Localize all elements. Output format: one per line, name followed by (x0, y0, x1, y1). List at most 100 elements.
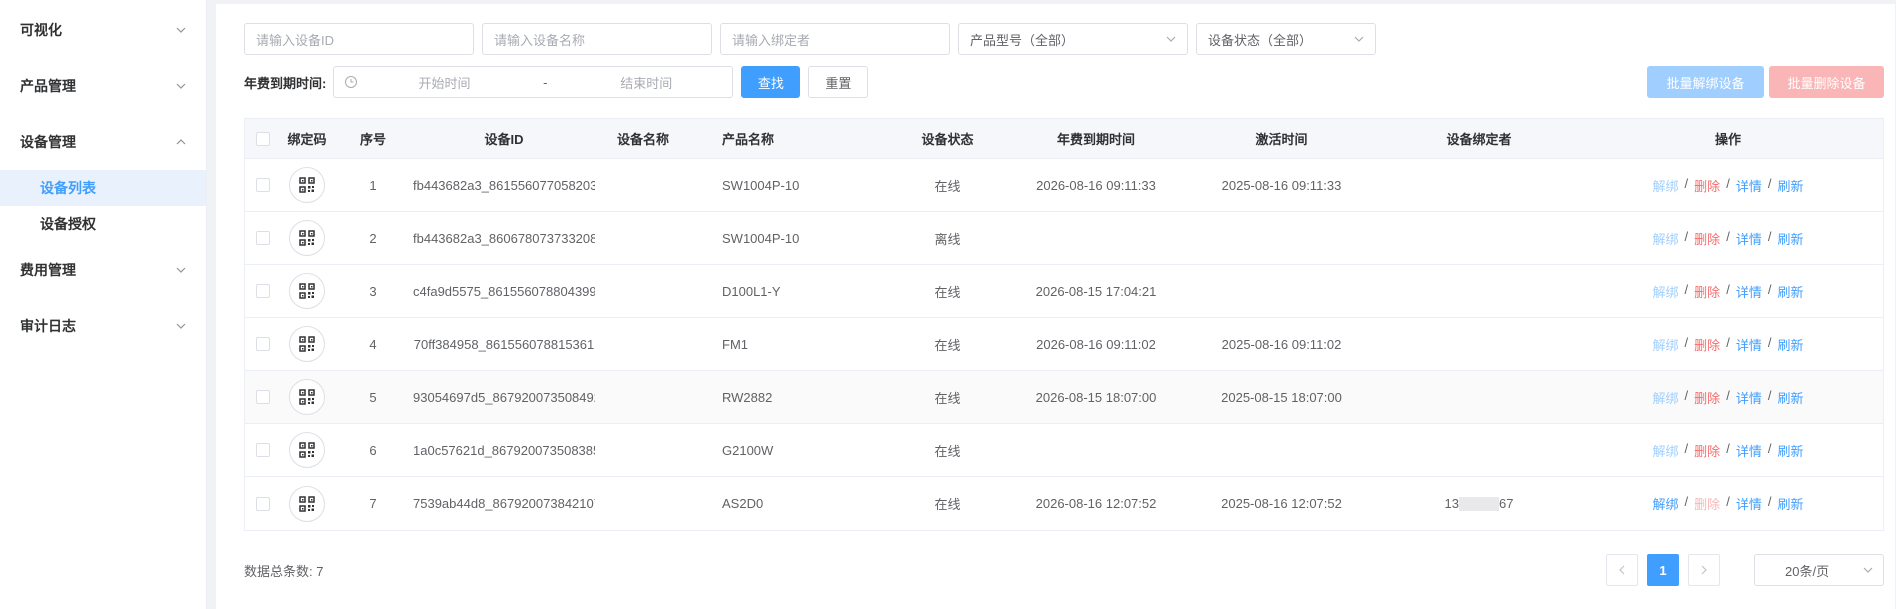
delete-link[interactable]: 删除 (1694, 282, 1720, 301)
menu-item-visualization[interactable]: 可视化 (0, 2, 206, 58)
batch-unbind-button[interactable]: 批量解绑设备 (1647, 66, 1764, 98)
row-checkbox[interactable] (256, 443, 270, 457)
unbind-link[interactable]: 解绑 (1653, 494, 1679, 513)
date-range-picker[interactable]: 开始时间 - 结束时间 (333, 66, 734, 98)
cell-device-id: fb443682a3_861556077058203 (413, 177, 595, 193)
device-id-input[interactable]: 请输入设备ID (244, 23, 474, 55)
chevron-down-icon (1166, 32, 1176, 47)
detail-link[interactable]: 详情 (1736, 494, 1762, 513)
refresh-link[interactable]: 刷新 (1777, 335, 1803, 354)
cell-operations: 解绑 / 删除 / 详情 / 刷新 (1609, 441, 1847, 460)
menu-item-fee-management[interactable]: 费用管理 (0, 242, 206, 298)
cell-device-status: 离线 (934, 231, 961, 247)
unbind-link[interactable]: 解绑 (1653, 388, 1679, 407)
cell-expire-time: 2026-08-15 17:04:21 (1035, 283, 1157, 299)
search-button[interactable]: 查找 (741, 66, 801, 98)
cell-index: 3 (369, 283, 377, 299)
refresh-link[interactable]: 刷新 (1777, 494, 1803, 513)
cell-device-id: fb443682a3_860678073733208 (413, 230, 595, 246)
page-size-select[interactable]: 20条/页 (1754, 554, 1884, 586)
refresh-link[interactable]: 刷新 (1777, 176, 1803, 195)
batch-delete-button[interactable]: 批量删除设备 (1769, 66, 1884, 98)
separator: / (1726, 228, 1730, 244)
cell-index: 2 (369, 230, 377, 246)
refresh-link[interactable]: 刷新 (1777, 388, 1803, 407)
binder-input[interactable]: 请输入绑定者 (720, 23, 950, 55)
chevron-down-icon (1863, 563, 1873, 578)
prev-page-button[interactable] (1606, 554, 1638, 586)
submenu-item-device-authorization[interactable]: 设备授权 (0, 206, 206, 242)
unbind-link[interactable]: 解绑 (1653, 441, 1679, 460)
row-select-cell (245, 231, 281, 245)
delete-link[interactable]: 删除 (1694, 176, 1720, 195)
header-index: 序号 (359, 132, 386, 147)
detail-link[interactable]: 详情 (1736, 282, 1762, 301)
chevron-down-icon (176, 321, 186, 331)
qr-code-icon[interactable] (289, 379, 325, 415)
submenu-item-device-list[interactable]: 设备列表 (0, 170, 206, 206)
separator: / (1767, 387, 1772, 403)
reset-button[interactable]: 重置 (808, 66, 869, 98)
menu-label: 设备管理 (20, 134, 76, 150)
next-page-button[interactable] (1688, 554, 1720, 586)
unbind-link[interactable]: 解绑 (1653, 282, 1679, 301)
device-status-select[interactable]: 设备状态（全部） (1196, 23, 1376, 55)
separator: / (1726, 494, 1730, 509)
qr-code-icon[interactable] (289, 432, 325, 468)
select-value: 产品型号（全部） (970, 32, 1075, 48)
cell-device-status: 在线 (934, 443, 961, 459)
cell-expire-time: 2026-08-15 18:07:00 (1035, 389, 1157, 405)
separator: / (1767, 334, 1772, 350)
cell-device-status: 在线 (934, 337, 961, 353)
detail-link[interactable]: 详情 (1736, 176, 1762, 195)
cell-operations: 解绑 / 删除 / 详情 / 刷新 (1609, 229, 1847, 248)
menu-label: 可视化 (20, 22, 62, 38)
unbind-link[interactable]: 解绑 (1653, 229, 1679, 248)
qr-code-icon[interactable] (289, 167, 325, 203)
unbind-link[interactable]: 解绑 (1653, 176, 1679, 195)
device-name-input[interactable]: 请输入设备名称 (482, 23, 712, 55)
table-row: 7 7539ab44d8_867920073842107 AS2D0 在线 20… (245, 477, 1883, 530)
row-checkbox[interactable] (256, 178, 270, 192)
page-number-button[interactable]: 1 (1647, 554, 1679, 586)
row-checkbox[interactable] (256, 390, 270, 404)
detail-link[interactable]: 详情 (1736, 388, 1762, 407)
end-time-input[interactable]: 结束时间 (560, 73, 732, 92)
delete-link[interactable]: 删除 (1694, 441, 1720, 460)
qr-code-icon[interactable] (289, 220, 325, 256)
refresh-link[interactable]: 刷新 (1777, 229, 1803, 248)
delete-link[interactable]: 删除 (1694, 335, 1720, 354)
detail-link[interactable]: 详情 (1736, 229, 1762, 248)
date-filter-row: 年费到期时间: 开始时间 - 结束时间 查找 重置 批量解绑设备 批量删除设备 (244, 66, 1884, 98)
separator: / (1726, 281, 1730, 297)
row-checkbox[interactable] (256, 231, 270, 245)
delete-link[interactable]: 删除 (1694, 494, 1720, 513)
cell-product-name: SW1004P-10 (722, 230, 800, 246)
delete-link[interactable]: 删除 (1694, 229, 1720, 248)
menu-item-audit-log[interactable]: 审计日志 (0, 298, 206, 354)
detail-link[interactable]: 详情 (1736, 335, 1762, 354)
delete-link[interactable]: 删除 (1694, 388, 1720, 407)
cell-device-id: 7539ab44d8_867920073842107 (413, 496, 595, 511)
menu-item-product-management[interactable]: 产品管理 (0, 58, 206, 114)
select-all-checkbox[interactable] (256, 131, 270, 146)
row-checkbox[interactable] (256, 496, 270, 511)
unbind-link[interactable]: 解绑 (1653, 335, 1679, 354)
sidebar: 可视化 产品管理 设备管理 设备列表 设备授权 费用管理 审计日志 (0, 0, 207, 609)
product-model-select[interactable]: 产品型号（全部） (958, 23, 1188, 55)
header-product-name: 产品名称 (722, 132, 775, 147)
menu-item-device-management[interactable]: 设备管理 (0, 114, 206, 170)
refresh-link[interactable]: 刷新 (1777, 282, 1803, 301)
refresh-link[interactable]: 刷新 (1777, 441, 1803, 460)
detail-link[interactable]: 详情 (1736, 441, 1762, 460)
separator: / (1684, 387, 1689, 403)
row-checkbox[interactable] (256, 284, 270, 298)
separator: / (1684, 494, 1689, 509)
qr-code-icon[interactable] (289, 485, 325, 522)
cell-product-name: RW2882 (722, 389, 773, 405)
qr-code-icon[interactable] (289, 273, 325, 309)
start-time-input[interactable]: 开始时间 (358, 73, 530, 92)
content-card: 请输入设备ID 请输入设备名称 请输入绑定者 产品型号（全部） 设备状态（全部）… (216, 4, 1895, 609)
row-checkbox[interactable] (256, 337, 270, 351)
qr-code-icon[interactable] (289, 326, 325, 362)
